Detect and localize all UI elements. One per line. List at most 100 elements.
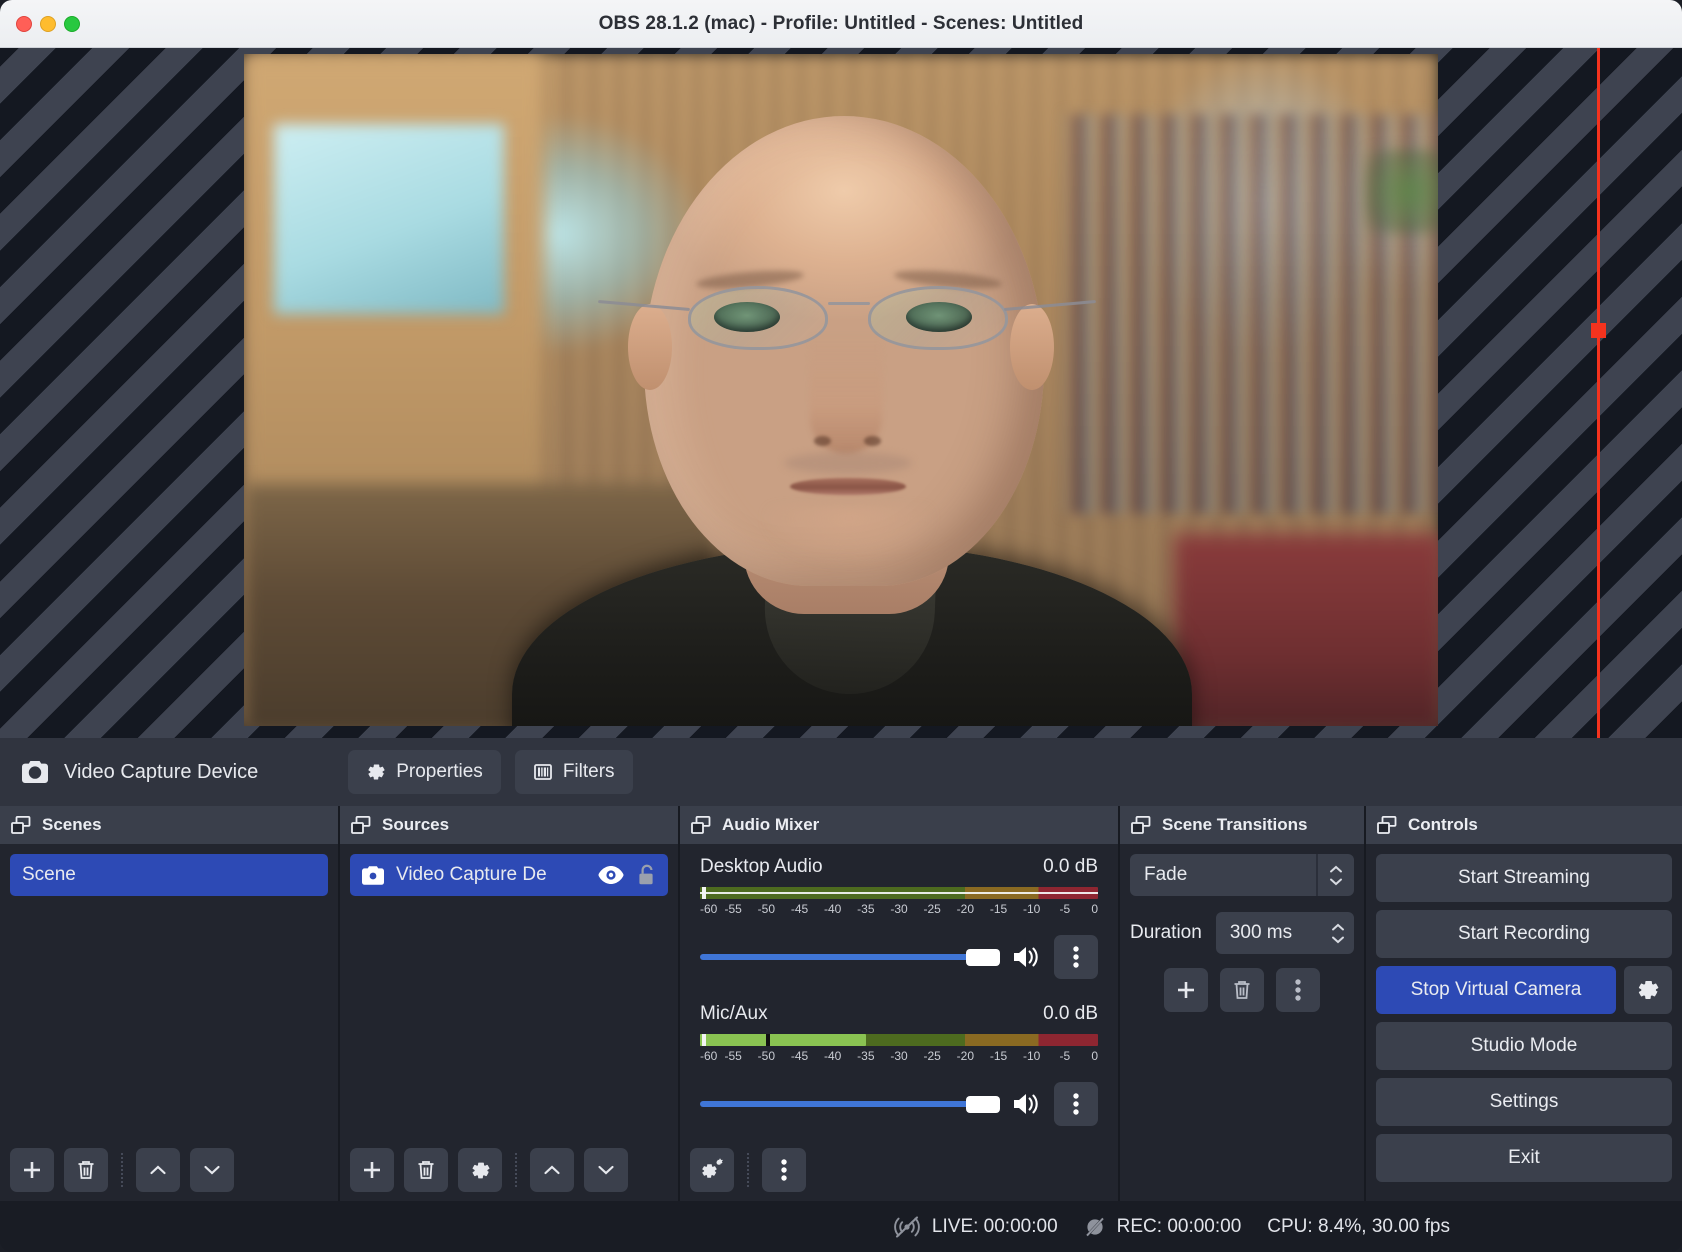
duration-input[interactable]: 300 ms [1216, 912, 1354, 954]
transition-select-stepper[interactable] [1316, 854, 1354, 896]
meter-tick-label: -25 [923, 1049, 940, 1063]
video-capture-preview[interactable] [244, 54, 1438, 726]
unlock-icon[interactable] [636, 864, 656, 886]
transition-duration-row: Duration 300 ms [1130, 912, 1354, 954]
camera-icon [362, 866, 384, 885]
move-scene-up-button[interactable] [136, 1148, 180, 1192]
meter-tick-label: -20 [957, 1049, 974, 1063]
scene-item-label: Scene [22, 864, 76, 886]
glasses-temple-right [1004, 300, 1096, 311]
scenes-list[interactable]: Scene [0, 844, 338, 1139]
volume-slider[interactable] [700, 945, 1000, 969]
zoom-window-button[interactable] [64, 16, 80, 32]
scenes-dock-title: Scenes [0, 806, 338, 844]
controls-dock-label: Controls [1408, 815, 1478, 835]
selection-handle-right-middle[interactable] [1591, 323, 1606, 338]
audio-mixer-dock: Audio Mixer Desktop Audio 0.0 dB -60-55-… [680, 806, 1120, 1201]
audio-track-name: Mic/Aux [700, 1003, 768, 1025]
dock-icon [691, 816, 711, 834]
remove-scene-button[interactable] [64, 1148, 108, 1192]
meter-tick-label: -20 [957, 902, 974, 916]
transition-select-value[interactable]: Fade [1130, 854, 1316, 896]
dock-row: Scenes Scene [0, 806, 1682, 1201]
cpu-status: CPU: 8.4%, 30.00 fps [1267, 1216, 1450, 1238]
meter-tick-label: -5 [1059, 902, 1070, 916]
add-transition-button[interactable] [1164, 968, 1208, 1012]
meter-mix-line [700, 892, 1098, 894]
controls-dock-title: Controls [1366, 806, 1682, 844]
close-window-button[interactable] [16, 16, 32, 32]
source-item-label: Video Capture De [396, 864, 547, 886]
meter-tick-label: -45 [791, 902, 808, 916]
source-properties-button[interactable] [458, 1148, 502, 1192]
audio-mixer-dock-title: Audio Mixer [680, 806, 1118, 844]
duration-stepper[interactable] [1330, 923, 1346, 944]
virtual-camera-settings-button[interactable] [1624, 966, 1672, 1014]
minimize-window-button[interactable] [40, 16, 56, 32]
glasses-lens-right [868, 286, 1008, 350]
speaker-icon[interactable] [1012, 944, 1042, 970]
volume-slider-track [700, 954, 1000, 960]
selection-outline-right[interactable] [1597, 48, 1600, 738]
scenes-dock: Scenes Scene [0, 806, 340, 1201]
move-scene-down-button[interactable] [190, 1148, 234, 1192]
add-source-button[interactable] [350, 1148, 394, 1192]
duration-value: 300 ms [1230, 922, 1292, 944]
scene-transitions-body: Fade Duration 300 ms [1120, 844, 1364, 1139]
move-source-down-button[interactable] [584, 1148, 628, 1192]
speaker-icon[interactable] [1012, 1091, 1042, 1117]
sources-list[interactable]: Video Capture De [340, 844, 678, 1139]
transition-buttons [1130, 968, 1354, 1012]
dock-icon [1131, 816, 1151, 834]
meter-peak-marker [766, 1034, 770, 1046]
filters-button[interactable]: Filters [515, 750, 633, 794]
glasses-temple-left [598, 300, 690, 311]
rec-status: REC: 00:00:00 [1084, 1216, 1242, 1238]
add-scene-button[interactable] [10, 1148, 54, 1192]
move-source-up-button[interactable] [530, 1148, 574, 1192]
volume-slider-thumb[interactable] [966, 949, 1000, 966]
transition-select[interactable]: Fade [1130, 854, 1354, 896]
audio-track-menu-button[interactable] [1054, 935, 1098, 979]
scene-transitions-dock-title: Scene Transitions [1120, 806, 1364, 844]
meter-tick-label: -50 [758, 902, 775, 916]
remove-transition-button[interactable] [1220, 968, 1264, 1012]
audio-advanced-properties-button[interactable] [690, 1148, 734, 1192]
remove-source-button[interactable] [404, 1148, 448, 1192]
transition-menu-button[interactable] [1276, 968, 1320, 1012]
meter-magnitude-marker [702, 1034, 706, 1046]
start-recording-button[interactable]: Start Recording [1376, 910, 1672, 958]
sources-dock-label: Sources [382, 815, 449, 835]
controls-dock: Controls Start Streaming Start Recording… [1366, 806, 1682, 1201]
source-list-item[interactable]: Video Capture De [350, 854, 668, 896]
scene-transitions-footer [1120, 1139, 1364, 1201]
eye-icon[interactable] [598, 865, 624, 885]
volume-slider[interactable] [700, 1092, 1000, 1116]
rec-timer: REC: 00:00:00 [1117, 1216, 1242, 1238]
window-title: OBS 28.1.2 (mac) - Profile: Untitled - S… [0, 13, 1682, 35]
audio-track-db: 0.0 dB [1043, 1003, 1098, 1025]
properties-button[interactable]: Properties [348, 750, 501, 794]
audio-menu-button[interactable] [762, 1148, 806, 1192]
stop-virtual-camera-button[interactable]: Stop Virtual Camera [1376, 966, 1616, 1014]
camera-icon [22, 761, 48, 783]
preview-person [244, 54, 1438, 726]
audio-track-db: 0.0 dB [1043, 856, 1098, 878]
meter-tick-label: -35 [857, 902, 874, 916]
meter-tick-label: -15 [990, 902, 1007, 916]
preview-canvas[interactable] [0, 48, 1682, 738]
settings-button[interactable]: Settings [1376, 1078, 1672, 1126]
audio-level-meter [700, 887, 1098, 899]
start-streaming-button[interactable]: Start Streaming [1376, 854, 1672, 902]
audio-track-name: Desktop Audio [700, 856, 823, 878]
exit-button[interactable]: Exit [1376, 1134, 1672, 1182]
volume-slider-thumb[interactable] [966, 1096, 1000, 1113]
person-nostril-left [814, 436, 831, 446]
scene-list-item[interactable]: Scene [10, 854, 328, 896]
cpu-fps-text: CPU: 8.4%, 30.00 fps [1267, 1216, 1450, 1238]
toolbar-separator [515, 1153, 517, 1187]
studio-mode-button[interactable]: Studio Mode [1376, 1022, 1672, 1070]
audio-track-menu-button[interactable] [1054, 1082, 1098, 1126]
audio-mixer-footer-toolbar [680, 1139, 1118, 1201]
scene-transitions-dock-label: Scene Transitions [1162, 815, 1308, 835]
